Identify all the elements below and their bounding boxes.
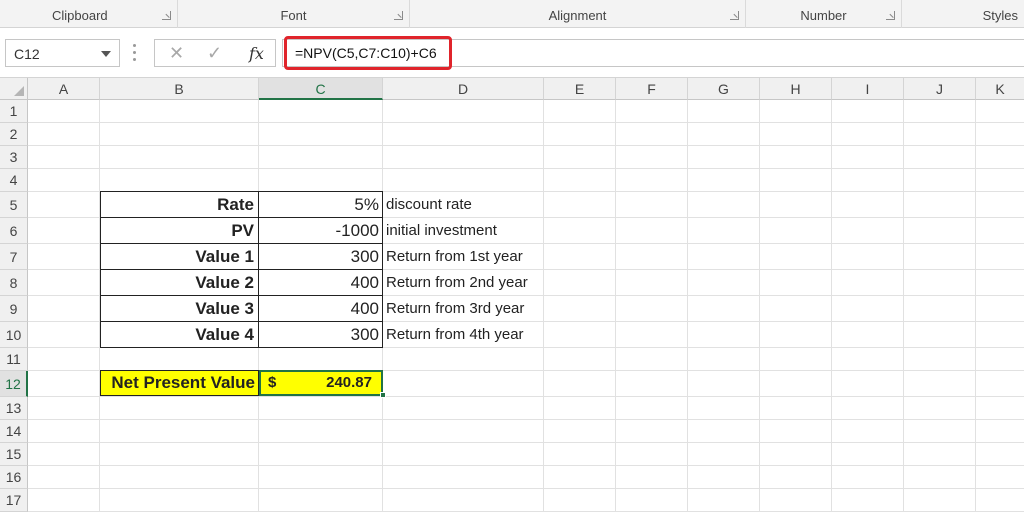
column-header-d[interactable]: D (383, 78, 544, 100)
row-header-12[interactable]: 12 (0, 371, 28, 397)
row-header-17[interactable]: 17 (0, 489, 28, 512)
cell-c5[interactable]: 5% (259, 192, 382, 218)
drag-handle-icon[interactable] (133, 44, 137, 62)
chevron-down-icon[interactable] (101, 51, 111, 57)
row-header-2[interactable]: 2 (0, 123, 28, 146)
column-header-e[interactable]: E (544, 78, 616, 100)
column-header-i[interactable]: I (832, 78, 904, 100)
ribbon-group-label: Font (280, 8, 307, 23)
column-header-j[interactable]: J (904, 78, 976, 100)
cell-b10[interactable]: Value 4 (100, 322, 258, 348)
dialog-launcher-icon[interactable] (394, 11, 403, 20)
cell-d5[interactable]: discount rate (383, 192, 544, 218)
row-header-16[interactable]: 16 (0, 466, 28, 489)
formula-buttons: ✕ ✓ fx (154, 39, 276, 67)
ribbon-group-font: Font (178, 0, 410, 28)
row-header-7[interactable]: 7 (0, 244, 28, 270)
row-header-9[interactable]: 9 (0, 296, 28, 322)
insert-function-icon[interactable]: fx (249, 44, 264, 63)
ribbon-group-label: Styles (982, 8, 1018, 23)
formula-text: =NPV(C5,C7:C10)+C6 (295, 45, 437, 61)
ribbon-group-label: Clipboard (52, 8, 108, 23)
cell-b8[interactable]: Value 2 (100, 270, 258, 296)
ribbon-group-number: Number (746, 0, 902, 28)
row-header-8[interactable]: 8 (0, 270, 28, 296)
dialog-launcher-icon[interactable] (162, 11, 171, 20)
cell-c8[interactable]: 400 (259, 270, 382, 296)
row-header-4[interactable]: 4 (0, 169, 28, 192)
row-header-15[interactable]: 15 (0, 443, 28, 466)
row-header-10[interactable]: 10 (0, 322, 28, 348)
row-header-5[interactable]: 5 (0, 192, 28, 218)
cell-c12-selected[interactable]: $ 240.87 (259, 370, 383, 396)
cell-c7[interactable]: 300 (259, 244, 382, 270)
cell-b12[interactable]: Net Present Value (100, 370, 259, 396)
column-header-f[interactable]: F (616, 78, 688, 100)
name-box[interactable]: C12 (5, 39, 120, 67)
cell-c10[interactable]: 300 (259, 322, 382, 348)
column-header-g[interactable]: G (688, 78, 760, 100)
column-header-h[interactable]: H (760, 78, 832, 100)
column-header-a[interactable]: A (28, 78, 100, 100)
ribbon-group-label: Number (800, 8, 847, 23)
fill-handle[interactable] (380, 392, 386, 398)
row-header-14[interactable]: 14 (0, 420, 28, 443)
row-header-1[interactable]: 1 (0, 100, 28, 123)
cell-d10[interactable]: Return from 4th year (383, 322, 544, 348)
ribbon-group-bar: Clipboard Font Alignment Number Styles (0, 0, 1024, 28)
column-header-k[interactable]: K (976, 78, 1024, 100)
cell-d7[interactable]: Return from 1st year (383, 244, 544, 270)
npv-value: 240.87 (326, 374, 372, 391)
dialog-launcher-icon[interactable] (886, 11, 895, 20)
cell-d9[interactable]: Return from 3rd year (383, 296, 544, 322)
cell-d6[interactable]: initial investment (383, 218, 544, 244)
cell-b5[interactable]: Rate (100, 192, 258, 218)
cancel-icon[interactable]: ✕ (169, 43, 184, 64)
select-all-corner[interactable] (0, 78, 28, 100)
enter-icon[interactable]: ✓ (207, 43, 222, 64)
row-header-3[interactable]: 3 (0, 146, 28, 169)
row-header-6[interactable]: 6 (0, 218, 28, 244)
column-header-b[interactable]: B (100, 78, 259, 100)
cell-c9[interactable]: 400 (259, 296, 382, 322)
cell-b6[interactable]: PV (100, 218, 258, 244)
cell-b7[interactable]: Value 1 (100, 244, 258, 270)
row-header-13[interactable]: 13 (0, 397, 28, 420)
column-header-c[interactable]: C (259, 78, 383, 100)
cell-c6[interactable]: -1000 (259, 218, 382, 244)
name-box-value: C12 (14, 46, 40, 62)
spreadsheet-grid[interactable]: A B C D E F G H I J K 1 2 3 4 5 6 7 8 9 … (0, 78, 1024, 512)
ribbon-group-styles: Styles (902, 0, 1024, 28)
cell-b9[interactable]: Value 3 (100, 296, 258, 322)
ribbon-group-clipboard: Clipboard (0, 0, 178, 28)
ribbon-group-label: Alignment (548, 8, 607, 23)
cell-d8[interactable]: Return from 2nd year (383, 270, 544, 296)
row-header-11[interactable]: 11 (0, 348, 28, 371)
dialog-launcher-icon[interactable] (730, 11, 739, 20)
currency-symbol: $ (268, 374, 277, 391)
formula-bar: C12 ✕ ✓ fx =NPV(C5,C7:C10)+C6 (0, 28, 1024, 78)
ribbon-group-alignment: Alignment (410, 0, 746, 28)
